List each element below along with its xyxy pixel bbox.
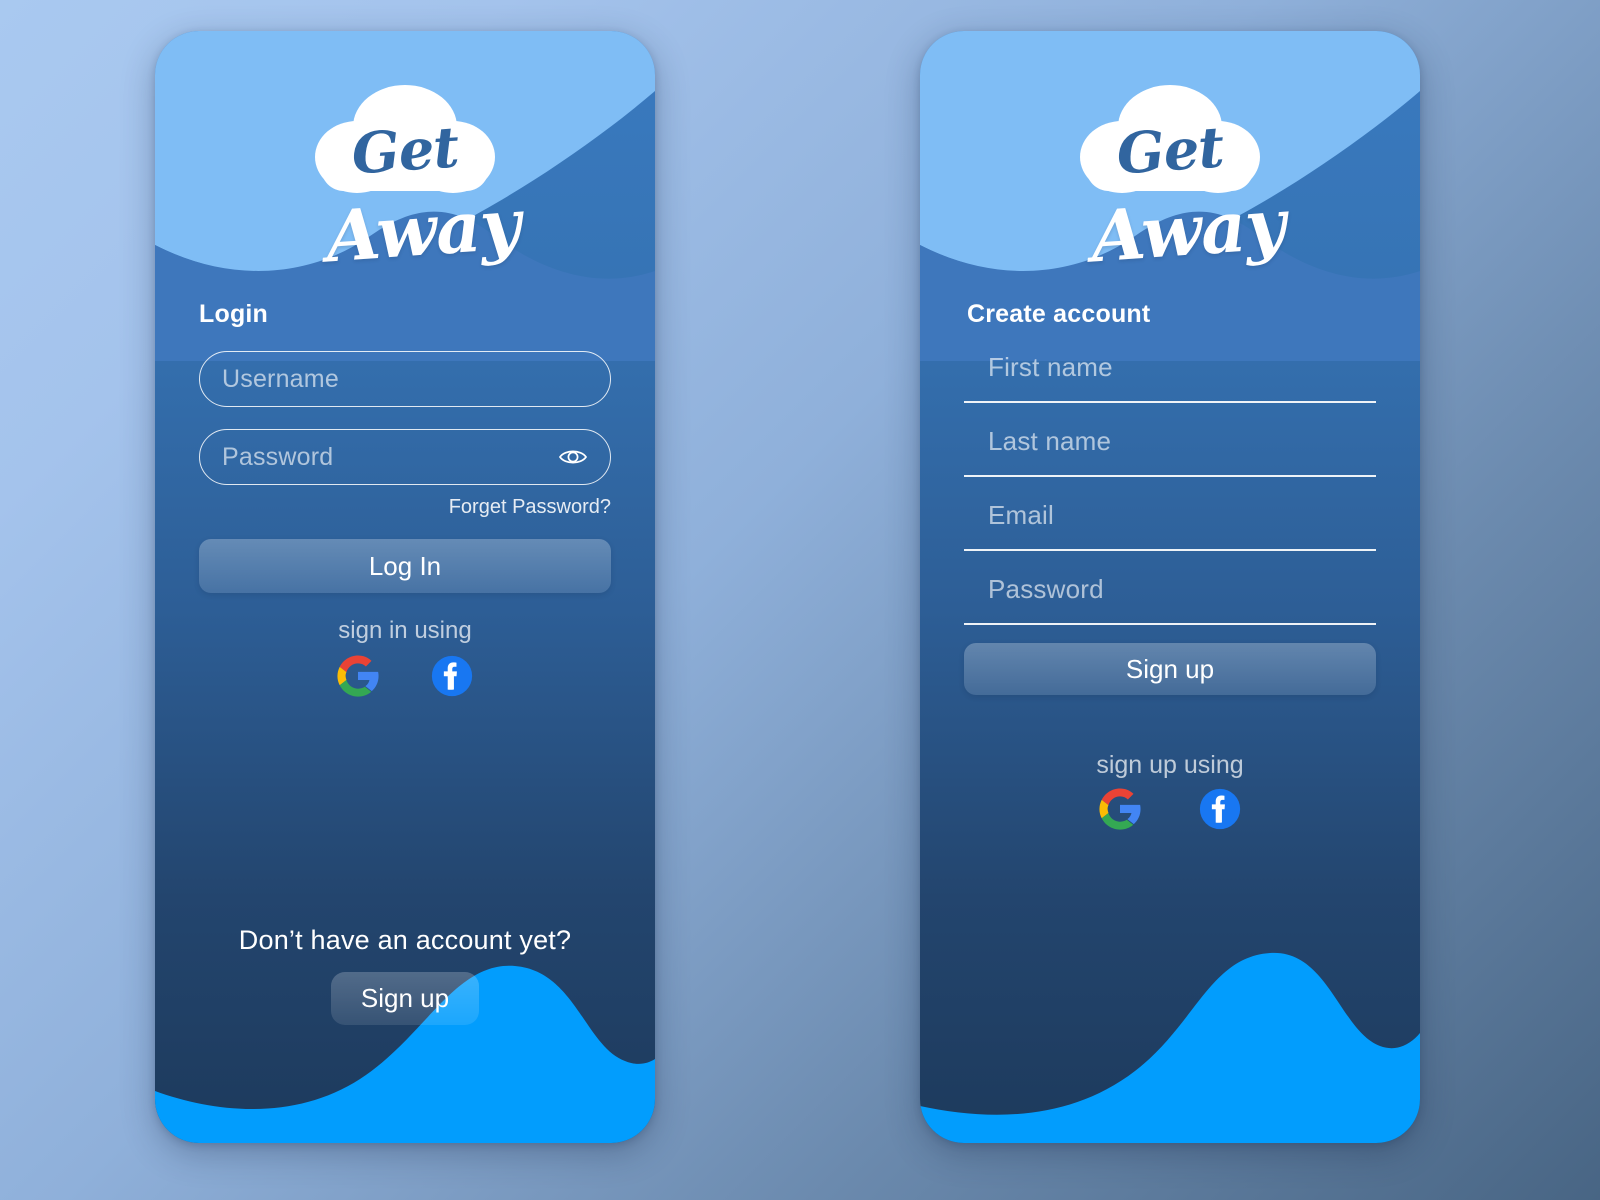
signup-form: Create account First name Last name Emai… [920,300,1420,830]
google-icon[interactable] [1099,788,1141,830]
brand-word-away: Away [323,182,523,279]
last-name-input[interactable]: Last name [964,407,1376,477]
password-input[interactable]: Password [199,429,611,485]
social-signup-prompt: sign up using [1096,751,1244,779]
password-input[interactable]: Password [964,555,1376,625]
first-name-placeholder: First name [988,351,1113,382]
username-input[interactable]: Username [199,351,611,407]
signup-prompt-block: Don’t have an account yet? Sign up [155,925,655,1025]
first-name-input[interactable]: First name [964,333,1376,403]
bottom-wave-shape [920,952,1420,1143]
username-placeholder: Username [222,364,339,393]
eye-icon[interactable] [558,447,588,467]
brand-logo: Get Away [920,83,1420,278]
google-icon[interactable] [337,655,379,697]
brand-logo: Get Away [155,83,655,278]
email-placeholder: Email [988,499,1055,530]
facebook-icon[interactable] [431,655,473,697]
social-login-prompt: sign in using [338,617,472,644]
social-login-buttons [199,655,611,697]
social-signup-buttons [964,788,1376,830]
sign-up-button[interactable]: Sign up [964,643,1376,695]
login-screen-card: Get Away Login Username Password Forget … [155,31,655,1143]
password-placeholder: Password [222,442,334,471]
password-placeholder: Password [988,573,1104,604]
last-name-placeholder: Last name [988,425,1112,456]
brand-word-away: Away [1088,182,1288,279]
log-in-button[interactable]: Log In [199,539,611,593]
no-account-text: Don’t have an account yet? [238,925,572,955]
page-title: Login [199,300,269,328]
login-form: Login Username Password Forget Password?… [155,300,655,697]
email-input[interactable]: Email [964,481,1376,551]
forgot-password-link[interactable]: Forget Password? [199,496,611,519]
page-title: Create account [967,300,1151,328]
signup-screen-card: Get Away Create account First name Last … [920,31,1420,1143]
sign-up-button[interactable]: Sign up [330,972,480,1025]
facebook-icon[interactable] [1199,788,1241,830]
